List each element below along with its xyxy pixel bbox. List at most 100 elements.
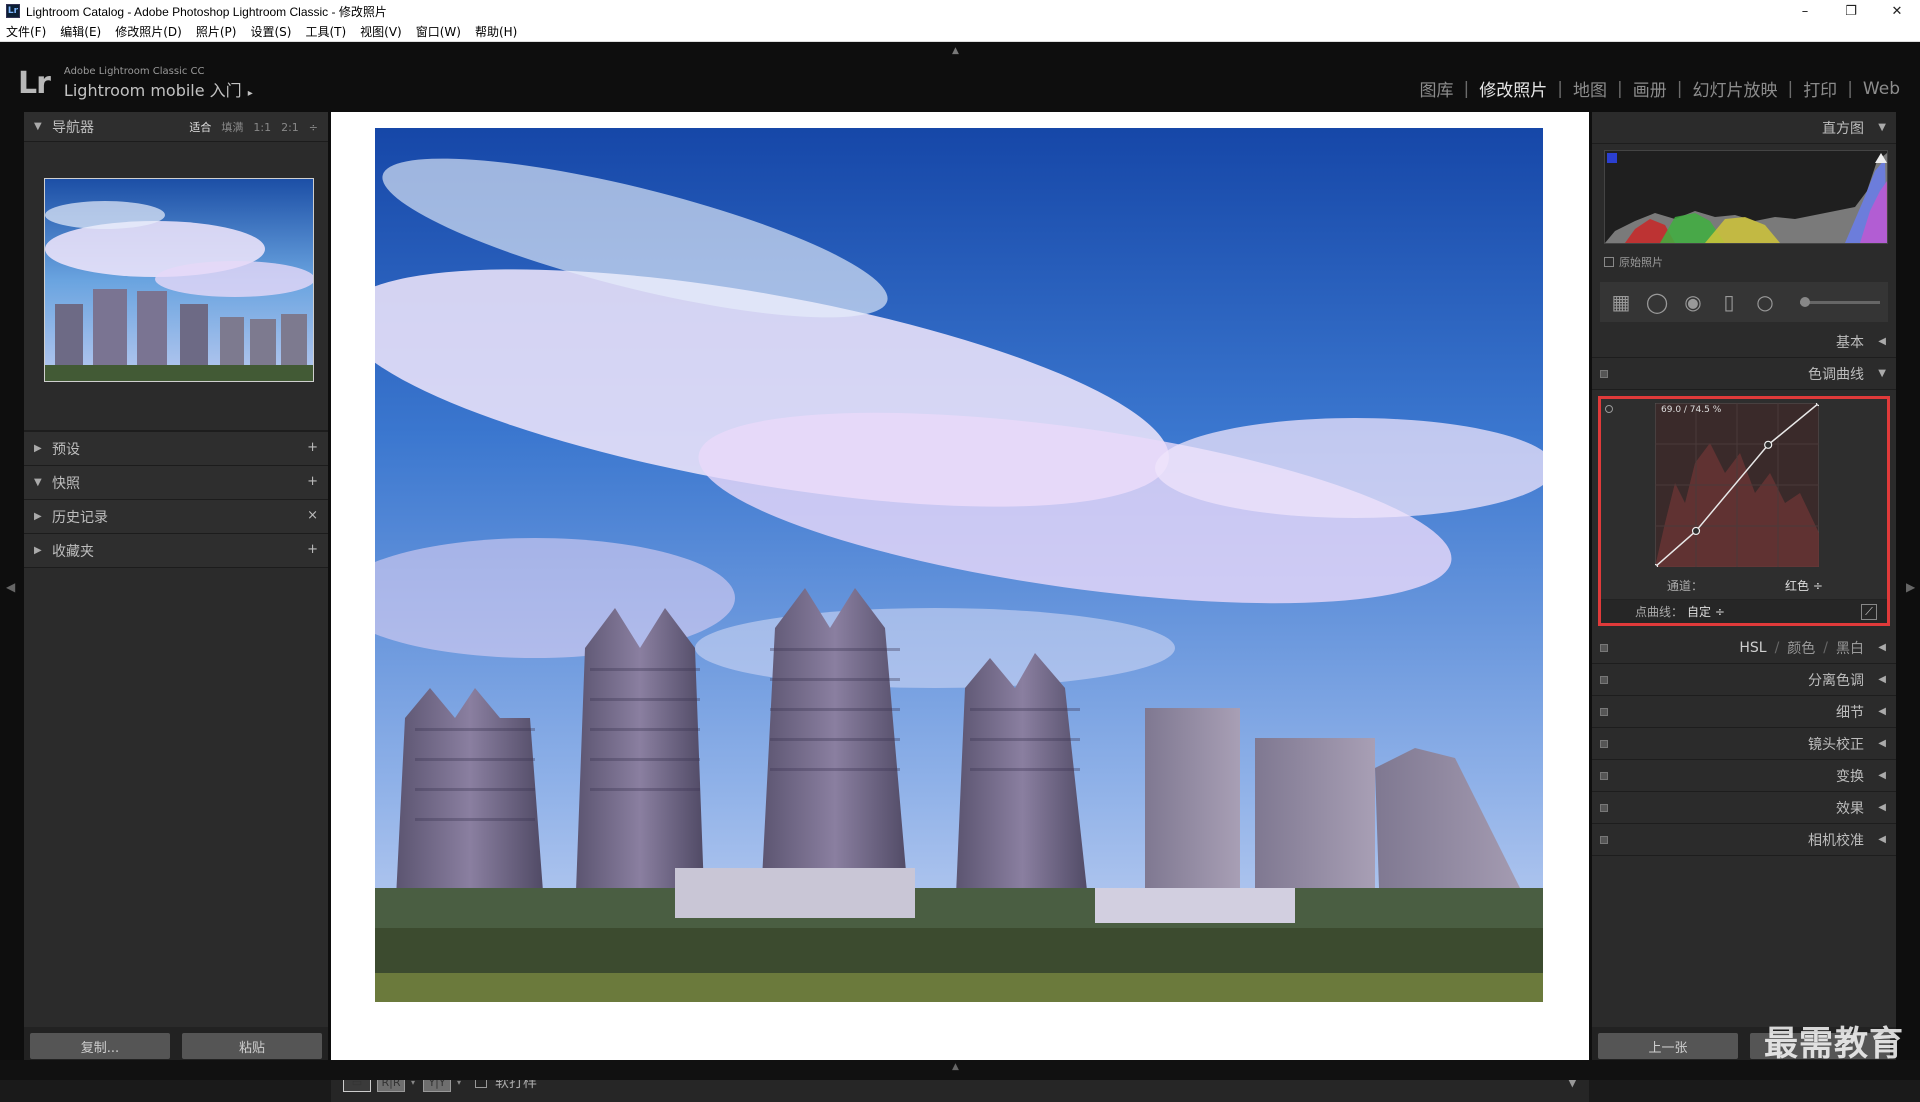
zoom-fit[interactable]: 适合 [189,119,211,135]
graduated-filter-icon[interactable]: ▯ [1718,290,1740,314]
main-photo[interactable] [375,128,1543,1002]
module-develop[interactable]: 修改照片 [1469,76,1557,101]
tab-color[interactable]: 颜色 [1787,638,1815,658]
menu-tools[interactable]: 工具(T) [305,23,346,40]
previous-button[interactable]: 上一张 [1598,1033,1738,1059]
zoom-fill[interactable]: 填满 [221,119,243,135]
effects-title: 效果 [1836,800,1864,817]
curve-point[interactable] [1764,440,1773,449]
lens-corrections-header[interactable]: 镜头校正 ◀ [1592,728,1896,760]
navigator-title: 导航器 [52,119,94,136]
menu-file[interactable]: 文件(F) [6,23,46,40]
radial-filter-icon[interactable]: ○ [1754,290,1776,314]
menu-photo[interactable]: 照片(P) [196,23,237,40]
title-bar: Lr Lightroom Catalog - Adobe Photoshop L… [0,0,1920,22]
target-adjust-icon[interactable] [1605,405,1613,413]
slider-knob[interactable] [1800,296,1810,307]
red-eye-icon[interactable]: ◉ [1682,290,1704,314]
tab-hsl[interactable]: HSL [1739,640,1766,656]
close-button[interactable]: ✕ [1874,0,1920,22]
tone-curve-header[interactable]: 色调曲线 ▼ [1592,358,1896,390]
menu-view[interactable]: 视图(V) [360,23,402,40]
effects-toggle[interactable] [1600,804,1608,812]
adjustment-brush-slider[interactable] [1800,296,1880,307]
transform-title: 变换 [1836,768,1864,785]
curve-point[interactable] [1691,526,1701,536]
camera-calibration-header[interactable]: 相机校准 ◀ [1592,824,1896,856]
module-web[interactable]: Web [1853,79,1910,99]
mobile-get-started[interactable]: Lightroom mobile 入门 ▸ [64,77,253,101]
curve-point[interactable] [1815,399,1823,407]
split-toning-title: 分离色调 [1808,672,1864,689]
module-book[interactable]: 画册 [1623,76,1677,101]
add-collection-icon[interactable]: + [307,542,318,557]
collapse-left-icon[interactable]: ◀ [6,580,15,594]
zoom-more[interactable]: ÷ [309,121,318,134]
histogram-graph[interactable] [1604,150,1888,244]
expand-down-icon: ▼ [34,477,42,488]
navigator-body [24,142,328,432]
original-photo-toggle[interactable]: 原始照片 [1604,254,1663,270]
hsl-header[interactable]: HSL / 颜色 / 黑白 ◀ [1592,632,1896,664]
add-preset-icon[interactable]: + [307,440,318,455]
hsl-toggle[interactable] [1600,644,1608,652]
copy-settings-button[interactable]: 复制... [30,1033,170,1059]
minimize-button[interactable]: – [1782,0,1828,22]
edit-point-curve-icon[interactable]: ⟋ [1861,604,1877,620]
expand-left-icon: ◀ [1878,706,1886,717]
split-toning-header[interactable]: 分离色调 ◀ [1592,664,1896,696]
spot-removal-icon[interactable]: ◯ [1646,290,1668,314]
point-curve-select[interactable]: 自定 ÷ [1687,603,1725,620]
channel-select[interactable]: 红色 ÷ [1785,577,1823,594]
menu-window[interactable]: 窗口(W) [416,23,461,40]
crop-icon[interactable]: ▦ [1610,290,1632,314]
detail-header[interactable]: 细节 ◀ [1592,696,1896,728]
clear-history-icon[interactable]: × [307,508,318,523]
module-library[interactable]: 图库 [1410,76,1464,101]
expand-filmstrip-icon[interactable]: ▲ [952,1062,959,1072]
identity-plate[interactable]: Lr Adobe Lightroom Classic CC Lightroom … [18,58,253,108]
module-slideshow[interactable]: 幻灯片放映 [1682,76,1787,101]
menu-edit[interactable]: 编辑(E) [60,23,101,40]
window-controls: – ❐ ✕ [1782,0,1920,22]
basic-header[interactable]: 基本 ◀ [1592,326,1896,358]
transform-header[interactable]: 变换 ◀ [1592,760,1896,792]
effects-header[interactable]: 效果 ◀ [1592,792,1896,824]
menu-settings[interactable]: 设置(S) [250,23,291,40]
module-map[interactable]: 地图 [1563,76,1617,101]
tone-curve-title: 色调曲线 [1808,366,1864,383]
history-header[interactable]: ▶ 历史记录 × [24,500,328,534]
camera-calibration-toggle[interactable] [1600,836,1608,844]
expand-right-icon: ▶ [34,545,42,556]
tab-bw[interactable]: 黑白 [1836,638,1864,658]
presets-header[interactable]: ▶ 预设 + [24,432,328,466]
curve-readout: 69.0 / 74.5 % [1661,405,1722,415]
collapse-right-icon[interactable]: ▶ [1906,580,1915,594]
menu-develop[interactable]: 修改照片(D) [115,23,182,40]
original-photo-checkbox[interactable] [1604,257,1614,267]
zoom-2-1[interactable]: 2:1 [281,121,299,134]
curve-point[interactable] [1651,563,1659,571]
tone-curve-toggle[interactable] [1600,370,1608,378]
expand-left-icon: ◀ [1878,770,1886,781]
collections-header[interactable]: ▶ 收藏夹 + [24,534,328,568]
navigator-preview[interactable] [44,178,314,382]
original-photo-label: 原始照片 [1619,256,1663,269]
collapse-top-icon[interactable]: ▲ [952,46,959,56]
transform-toggle[interactable] [1600,772,1608,780]
lens-corrections-toggle[interactable] [1600,740,1608,748]
snapshots-header[interactable]: ▼ 快照 + [24,466,328,500]
histogram-header[interactable]: 直方图 ▼ [1592,112,1896,144]
menu-help[interactable]: 帮助(H) [475,23,517,40]
add-snapshot-icon[interactable]: + [307,474,318,489]
tone-curve-graph[interactable] [1651,399,1823,571]
paste-settings-button[interactable]: 粘贴 [182,1033,322,1059]
histogram-title: 直方图 [1822,120,1864,137]
navigator-header[interactable]: ▼ 导航器 适合 填满 1:1 2:1 ÷ [24,112,328,142]
module-print[interactable]: 打印 [1793,76,1847,101]
histogram: 原始照片 [1600,150,1888,278]
zoom-1-1[interactable]: 1:1 [253,121,271,134]
split-toning-toggle[interactable] [1600,676,1608,684]
detail-toggle[interactable] [1600,708,1608,716]
maximize-button[interactable]: ❐ [1828,0,1874,22]
